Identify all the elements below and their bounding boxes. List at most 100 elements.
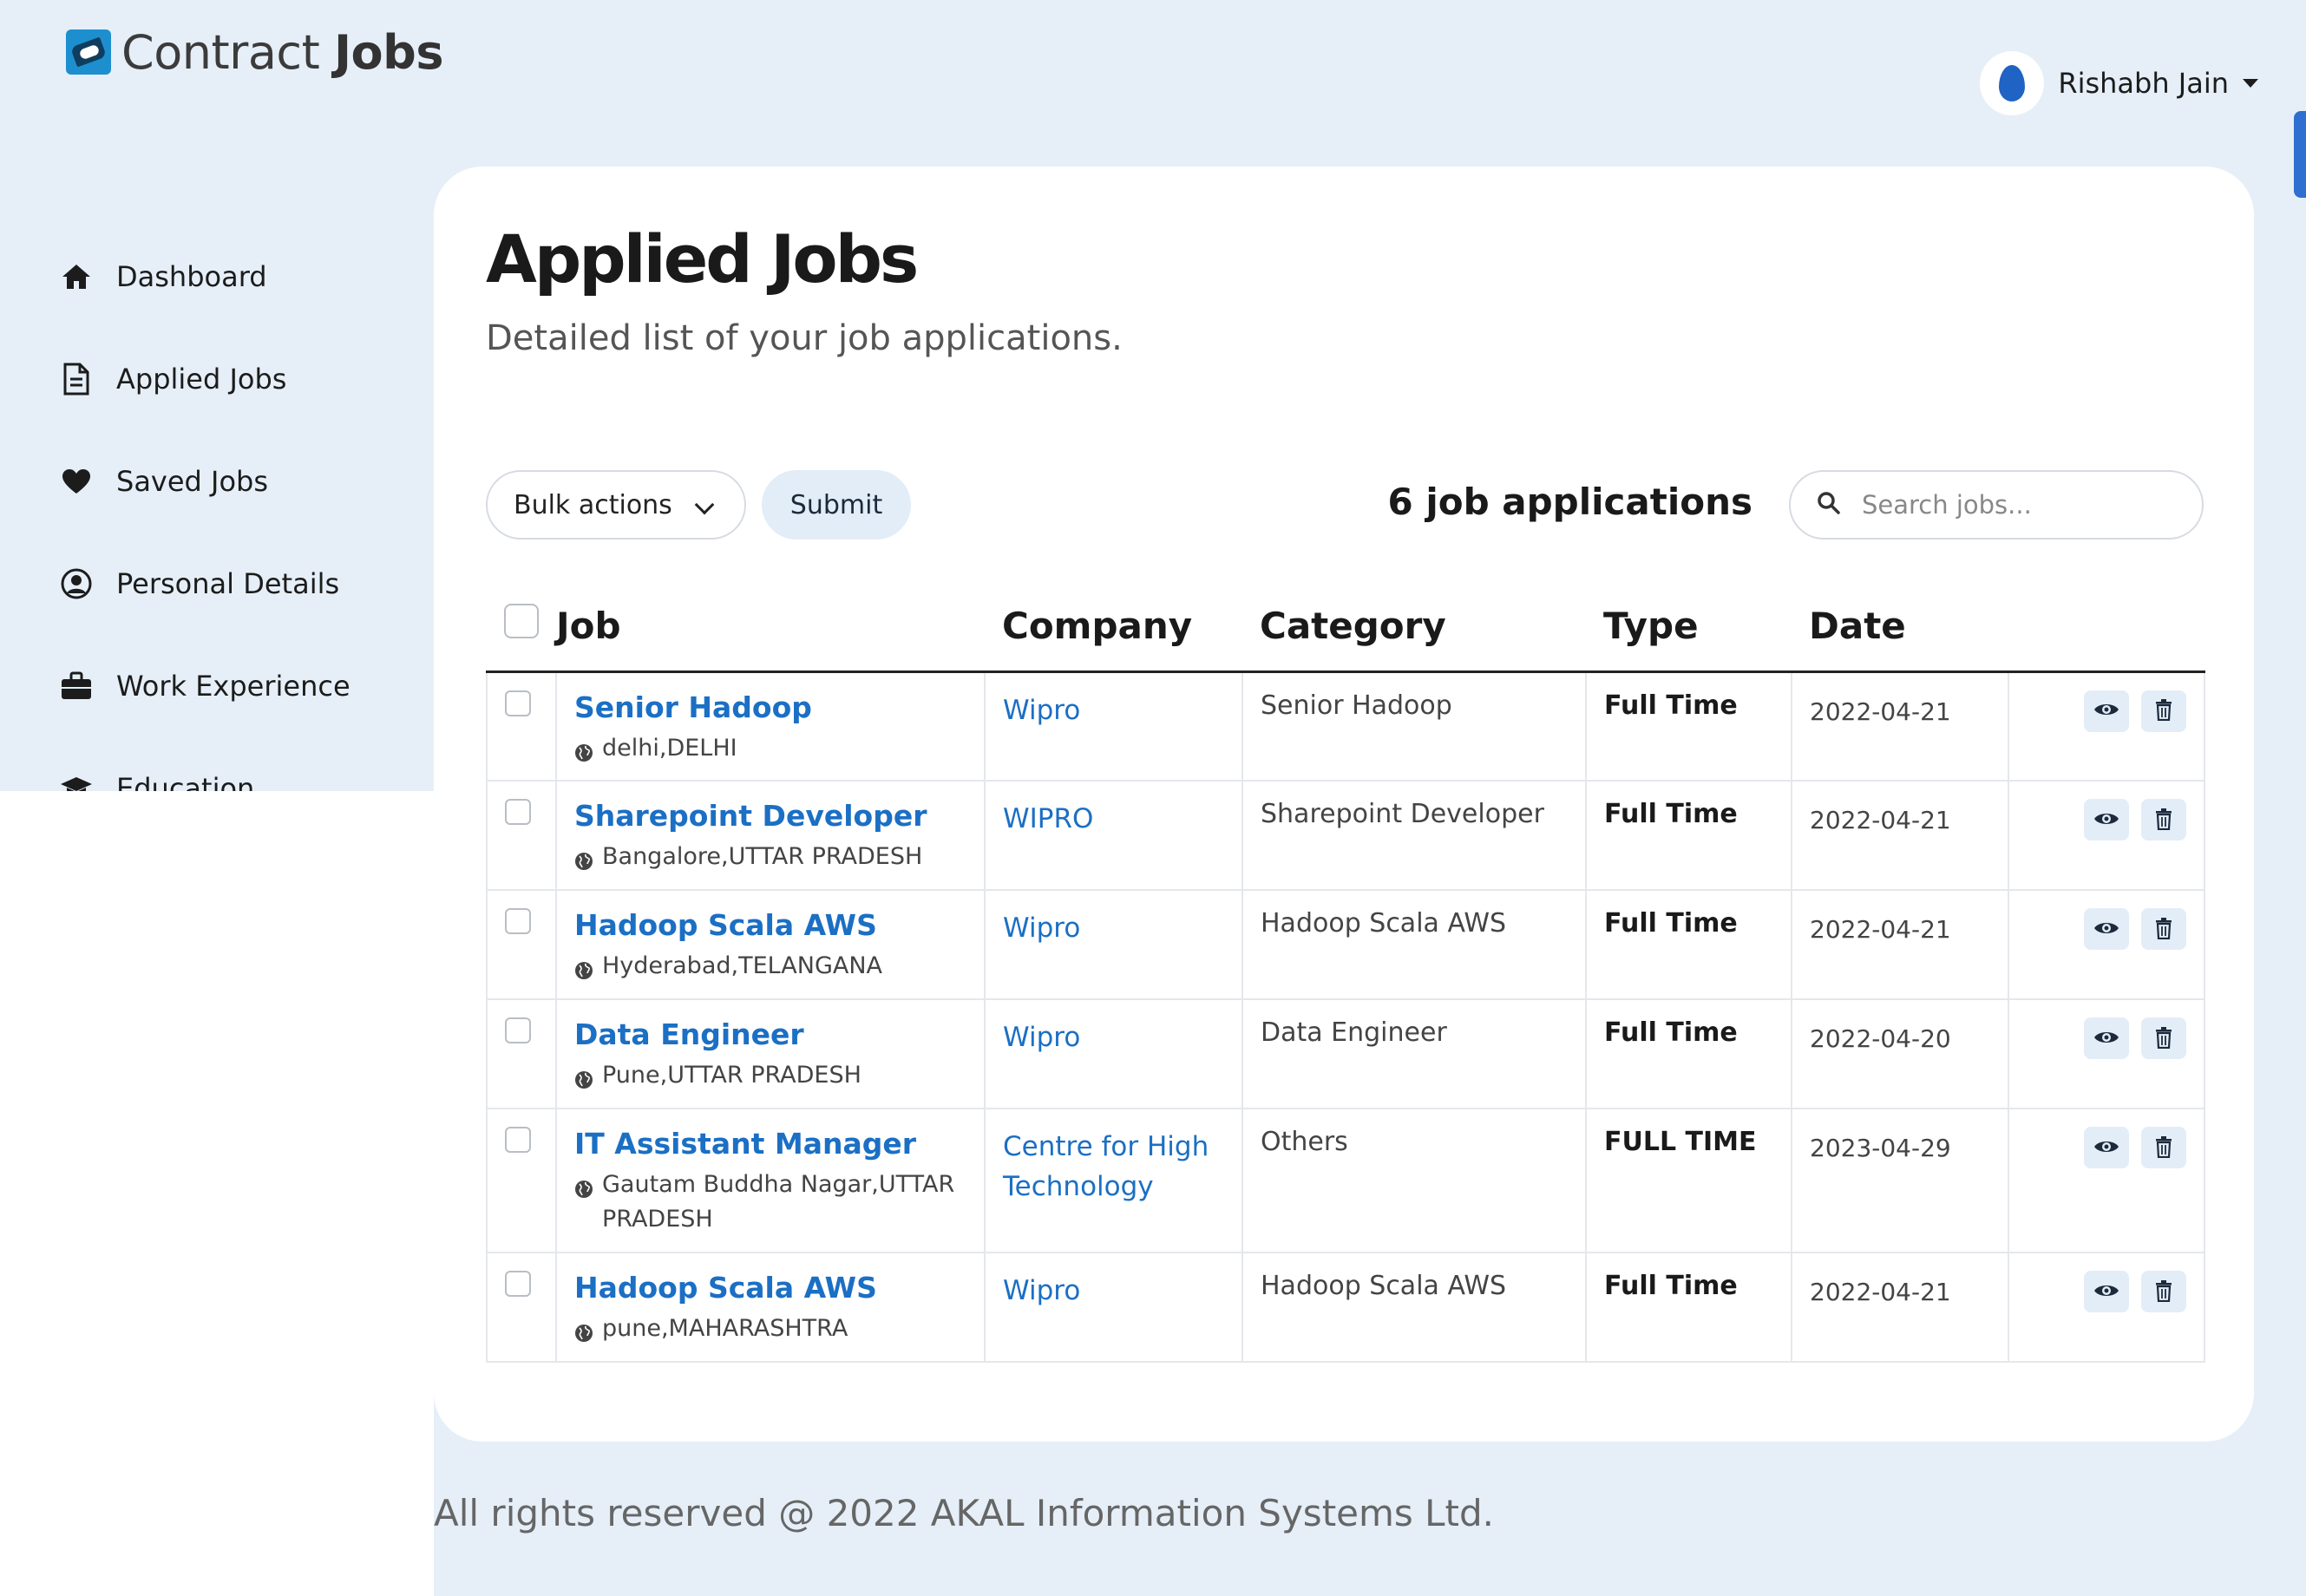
job-location: Hyderabad,TELANGANA xyxy=(574,949,984,991)
category-cell: Sharepoint Developer xyxy=(1241,780,1587,891)
view-button[interactable] xyxy=(2084,690,2129,732)
view-button[interactable] xyxy=(2084,908,2129,950)
date-cell: 2022-04-20 xyxy=(1791,998,2009,1109)
applications-count: 6 job applications xyxy=(1387,481,1752,523)
brand-name-light: Contract xyxy=(121,24,320,80)
scroll-accent xyxy=(2294,111,2306,198)
delete-button[interactable] xyxy=(2141,908,2186,950)
eye-icon xyxy=(2093,919,2119,939)
user-menu[interactable]: Rishabh Jain xyxy=(1980,50,2258,116)
eye-icon xyxy=(2093,1138,2119,1158)
sidebar-item-label: Dashboard xyxy=(116,260,267,293)
view-button[interactable] xyxy=(2084,1017,2129,1059)
globe-icon xyxy=(574,1318,593,1353)
trash-icon xyxy=(2154,1026,2173,1051)
delete-button[interactable] xyxy=(2141,799,2186,841)
row-checkbox[interactable] xyxy=(505,1271,531,1297)
trash-icon xyxy=(2154,917,2173,942)
page-title: Applied Jobs xyxy=(486,220,919,298)
column-header-actions xyxy=(2008,581,2204,673)
search-box xyxy=(1789,470,2204,540)
job-location-text: Gautam Buddha Nagar,UTTAR PRADESH xyxy=(602,1171,955,1233)
home-icon xyxy=(59,259,94,294)
eye-icon xyxy=(2093,810,2119,830)
sidebar-item-label: Education xyxy=(116,772,255,791)
sidebar-item-label: Work Experience xyxy=(116,670,350,703)
search-icon xyxy=(1817,491,1841,519)
job-title-link[interactable]: Data Engineer xyxy=(574,1017,984,1051)
row-checkbox[interactable] xyxy=(505,690,531,716)
sidebar-item-label: Saved Jobs xyxy=(116,465,269,498)
row-checkbox[interactable] xyxy=(505,908,531,934)
job-title-link[interactable]: Hadoop Scala AWS xyxy=(574,1271,984,1305)
delete-button[interactable] xyxy=(2141,1271,2186,1312)
delete-button[interactable] xyxy=(2141,1017,2186,1059)
table-toolbar: Bulk actions Submit 6 job applications xyxy=(486,470,2204,540)
company-link[interactable]: WIPRO xyxy=(1003,803,1093,834)
sidebar-lower-panel xyxy=(0,791,434,1596)
sidebar-item-personal-details[interactable]: Personal Details xyxy=(59,559,423,609)
sidebar-item-applied-jobs[interactable]: Applied Jobs xyxy=(59,354,423,404)
job-location-text: Bangalore,UTTAR PRADESH xyxy=(602,843,923,870)
trash-icon xyxy=(2154,1279,2173,1305)
footer-copyright: All rights reserved @ 2022 AKAL Informat… xyxy=(434,1492,1495,1534)
row-checkbox[interactable] xyxy=(505,1017,531,1043)
delete-button[interactable] xyxy=(2141,690,2186,732)
sidebar-item-saved-jobs[interactable]: Saved Jobs xyxy=(59,456,423,507)
job-title-link[interactable]: IT Assistant Manager xyxy=(574,1127,984,1161)
job-title-link[interactable]: Senior Hadoop xyxy=(574,690,984,724)
bulk-actions-label: Bulk actions xyxy=(514,489,672,520)
briefcase-icon xyxy=(59,669,94,703)
job-location-text: Pune,UTTAR PRADESH xyxy=(602,1062,861,1089)
brand-name: Contract Jobs xyxy=(121,25,443,80)
submit-button[interactable]: Submit xyxy=(762,470,911,540)
column-header-date[interactable]: Date xyxy=(1792,581,2008,673)
company-link[interactable]: Wipro xyxy=(1003,912,1080,944)
company-link[interactable]: Centre for High Technology xyxy=(1003,1131,1209,1202)
view-button[interactable] xyxy=(2084,1271,2129,1312)
row-checkbox[interactable] xyxy=(505,799,531,825)
category-cell: Hadoop Scala AWS xyxy=(1241,1252,1587,1363)
category-cell: Hadoop Scala AWS xyxy=(1241,889,1587,1000)
job-location: Bangalore,UTTAR PRADESH xyxy=(574,840,984,881)
view-button[interactable] xyxy=(2084,1127,2129,1168)
view-button[interactable] xyxy=(2084,799,2129,841)
company-link[interactable]: Wipro xyxy=(1003,1022,1080,1053)
trash-icon xyxy=(2154,698,2173,723)
company-link[interactable]: Wipro xyxy=(1003,1275,1080,1306)
sidebar-item-dashboard[interactable]: Dashboard xyxy=(59,252,423,302)
column-header-job[interactable]: Job xyxy=(556,581,985,673)
column-header-company[interactable]: Company xyxy=(985,581,1242,673)
brand-logo[interactable]: Contract Jobs xyxy=(66,25,443,80)
column-header-category[interactable]: Category xyxy=(1242,581,1586,673)
column-header-type[interactable]: Type xyxy=(1586,581,1792,673)
applications-table: Job Company Category Type Date Senior Ha… xyxy=(486,581,2205,1363)
eye-icon xyxy=(2093,701,2119,721)
category-cell: Data Engineer xyxy=(1241,998,1587,1109)
job-location: Gautam Buddha Nagar,UTTAR PRADESH xyxy=(574,1168,984,1237)
caret-down-icon xyxy=(2243,79,2258,88)
job-location: Pune,UTTAR PRADESH xyxy=(574,1058,984,1100)
select-all-checkbox[interactable] xyxy=(504,604,539,639)
job-title-link[interactable]: Hadoop Scala AWS xyxy=(574,908,984,942)
sidebar-item-education[interactable]: Education xyxy=(59,763,423,791)
sidebar: Dashboard Applied Jobs Saved Jobs Person… xyxy=(59,252,423,791)
table-row: Hadoop Scala AWS Hyderabad,TELANGANA Wipro… xyxy=(486,889,2205,1000)
delete-button[interactable] xyxy=(2141,1127,2186,1168)
row-checkbox[interactable] xyxy=(505,1127,531,1153)
type-cell: Full Time xyxy=(1585,670,1792,782)
sidebar-item-work-experience[interactable]: Work Experience xyxy=(59,661,423,711)
table-row: Hadoop Scala AWS pune,MAHARASHTRA Wipro Had… xyxy=(486,1252,2205,1363)
company-link[interactable]: Wipro xyxy=(1003,695,1080,726)
globe-icon xyxy=(574,956,593,991)
search-input[interactable] xyxy=(1862,490,2174,520)
user-circle-icon xyxy=(59,566,94,601)
category-cell: Senior Hadoop xyxy=(1241,670,1587,782)
date-cell: 2022-04-21 xyxy=(1791,889,2009,1000)
job-title-link[interactable]: Sharepoint Developer xyxy=(574,799,984,833)
bulk-actions-select[interactable]: Bulk actions xyxy=(486,470,746,540)
main-card: Applied Jobs Detailed list of your job a… xyxy=(434,167,2254,1442)
category-cell: Others xyxy=(1241,1108,1587,1253)
heart-icon xyxy=(59,464,94,499)
date-cell: 2022-04-21 xyxy=(1791,780,2009,891)
